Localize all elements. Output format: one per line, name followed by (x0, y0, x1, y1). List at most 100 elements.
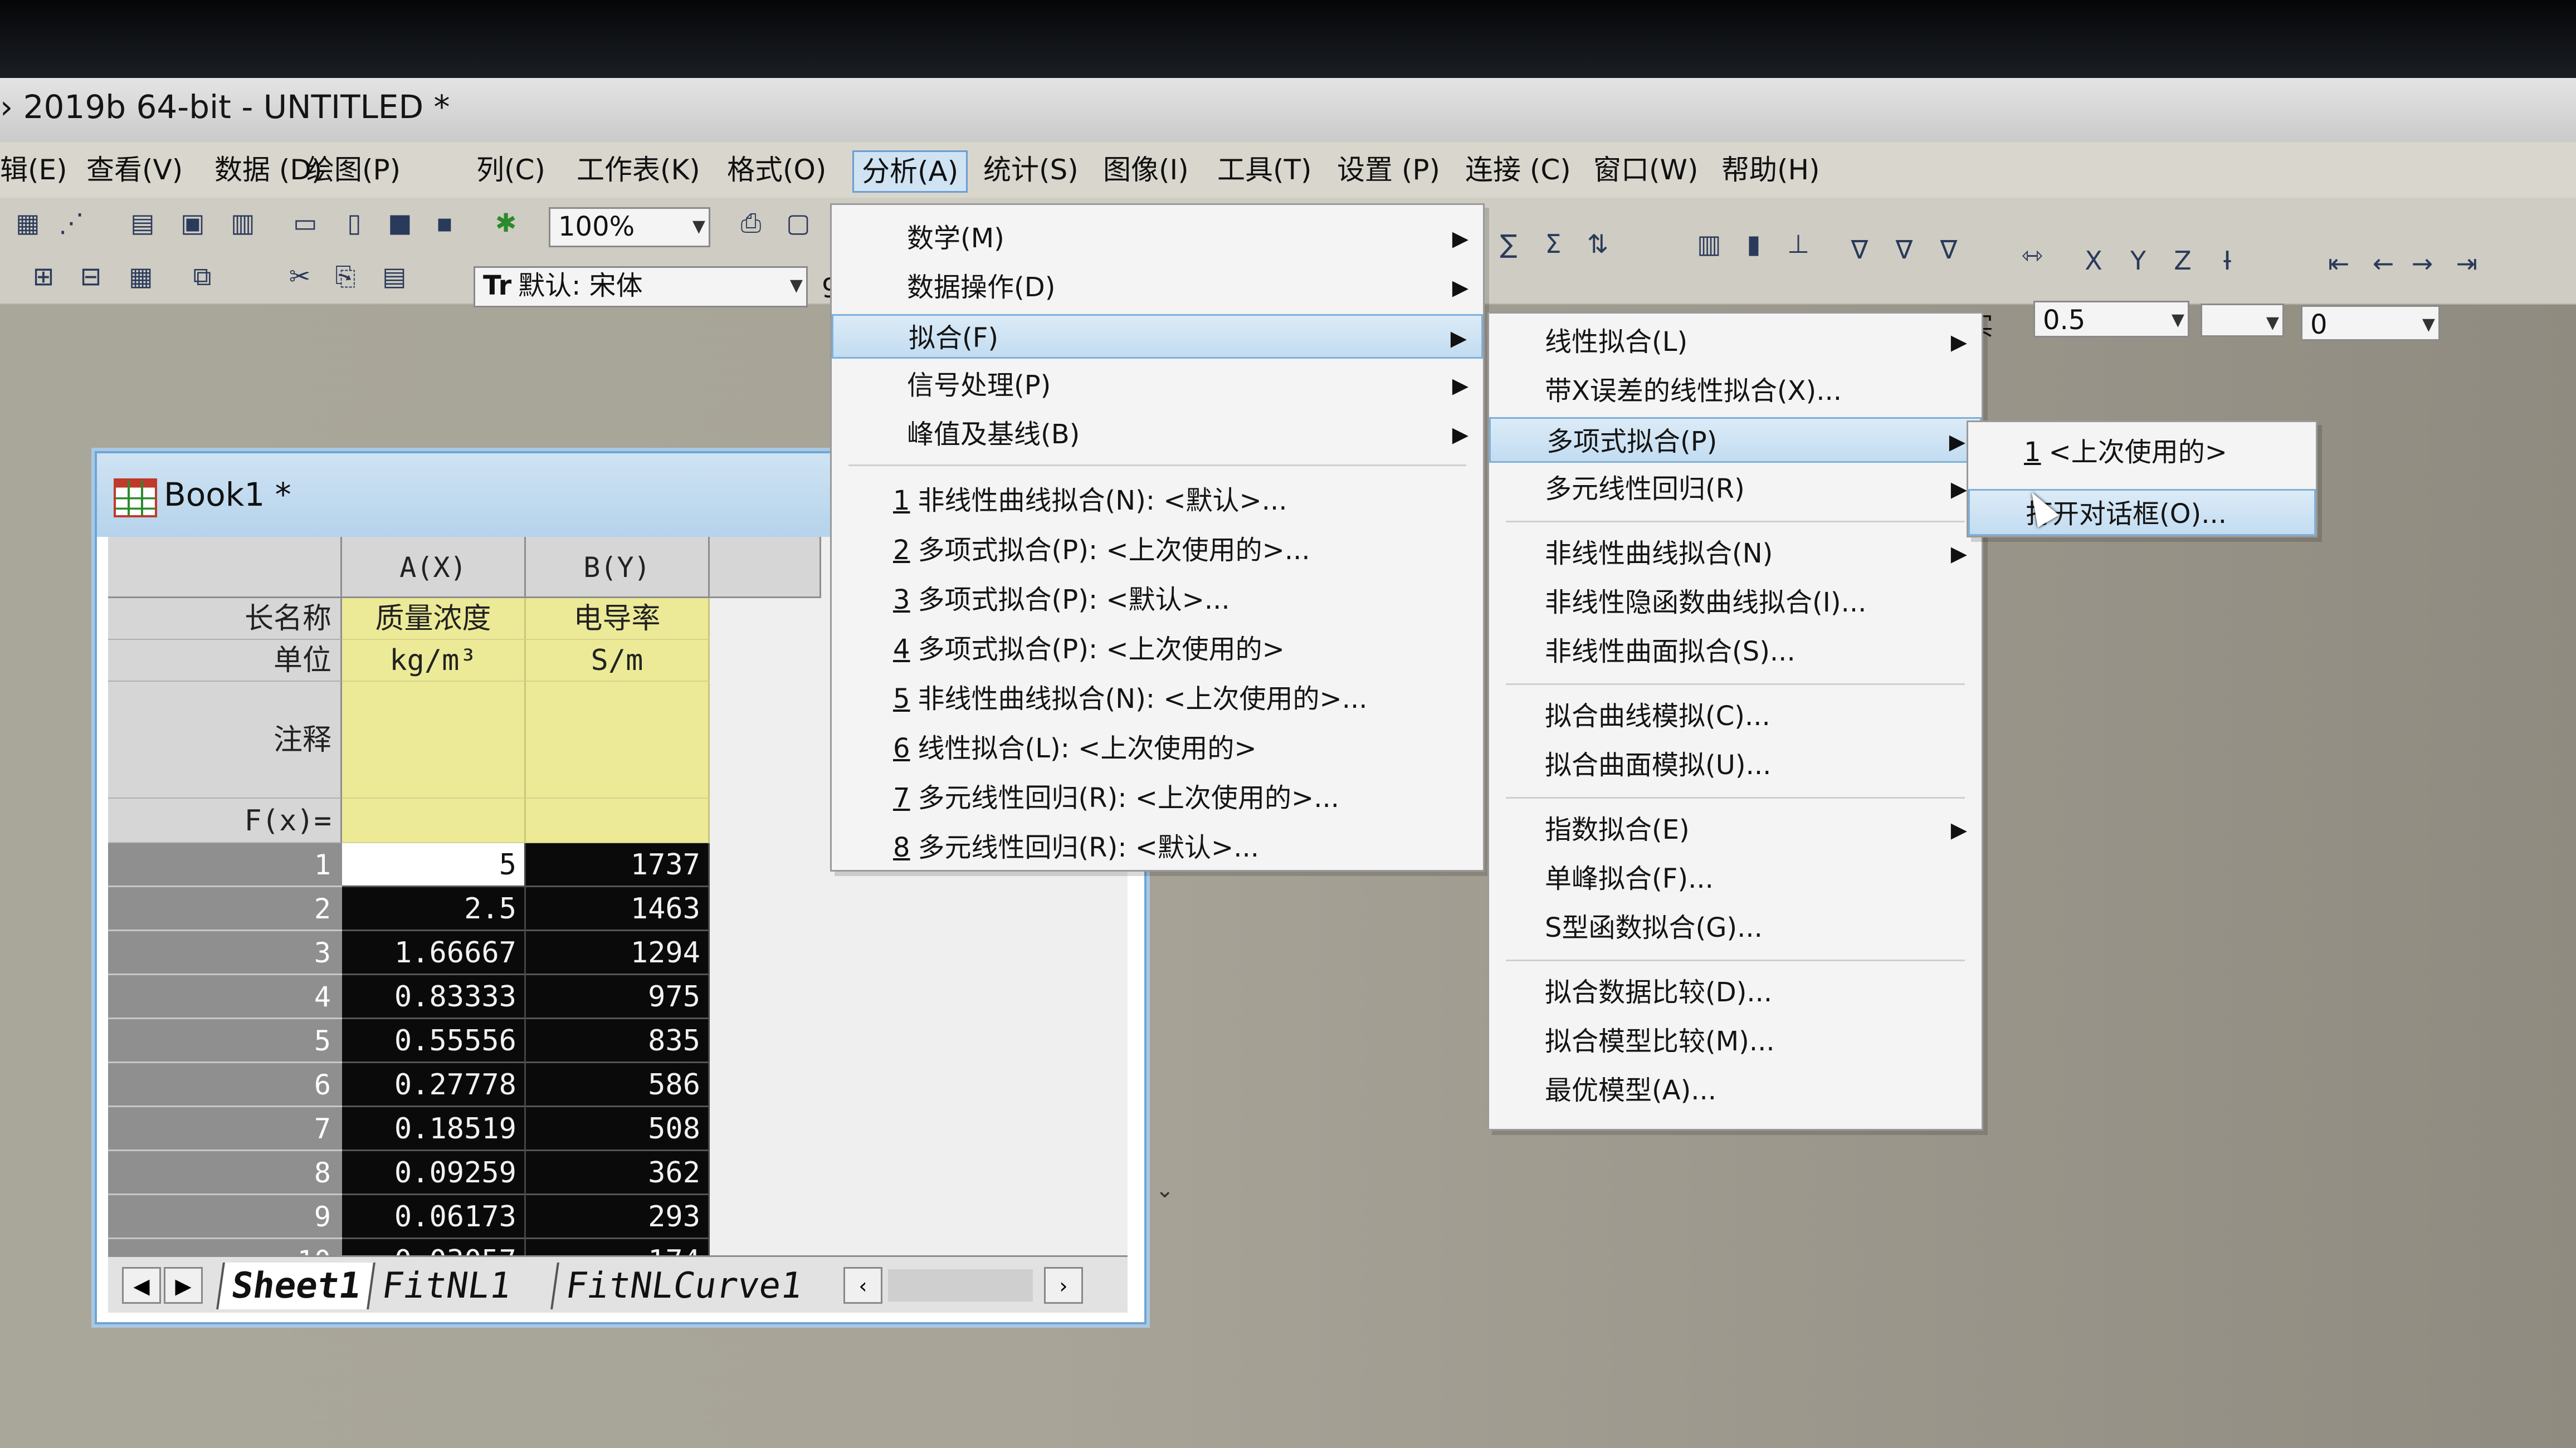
hscroll-left-button[interactable]: ‹ (843, 1267, 882, 1304)
table-cell[interactable]: 975 (526, 975, 710, 1019)
box-chart-icon[interactable]: ⊥ (1783, 228, 1814, 260)
table-cell[interactable]: 0.83333 (342, 975, 526, 1019)
last-icon[interactable]: ⇥ (2451, 248, 2482, 279)
fit-item-2-1[interactable]: 拟合曲面模拟(U)... (1489, 742, 1982, 788)
set-y-column-icon[interactable]: Y (2123, 245, 2154, 276)
fit-item-0-1[interactable]: 带X误差的线性拟合(X)... (1489, 368, 1982, 414)
filter-clear-icon[interactable]: ∇ (1889, 234, 1920, 265)
row-header[interactable]: 7 (108, 1107, 342, 1151)
add-column-icon[interactable]: ⊞ (28, 261, 59, 292)
recent-fit-item-7[interactable]: 8 多元线性回归(R): <默认>... (832, 825, 1483, 870)
menu-14[interactable]: 帮助(H) (1721, 150, 1820, 189)
column-header-a[interactable]: A(X) (342, 537, 526, 598)
poly-last-used-item[interactable]: 1 <上次使用的> (1968, 429, 2316, 476)
first-icon[interactable]: ⇤ (2323, 248, 2354, 279)
recent-fit-item-4[interactable]: 5 非线性曲线拟合(N): <上次使用的>... (832, 676, 1483, 722)
row-header[interactable]: 10 (108, 1239, 342, 1255)
tab-sheet1[interactable]: Sheet1 (216, 1263, 374, 1309)
analysis-item-0[interactable]: 数学(M) ▶ (832, 216, 1483, 261)
fit-item-2-0[interactable]: 拟合曲线模拟(C)... (1489, 693, 1982, 739)
recent-fit-item-6[interactable]: 7 多元线性回归(R): <上次使用的>... (832, 775, 1483, 821)
table-cell[interactable]: 0.55556 (342, 1019, 526, 1063)
save-icon[interactable]: ■ (384, 207, 416, 238)
recalculate-icon[interactable]: ✱ (490, 207, 521, 238)
open-dialog-item[interactable]: 打开对话框(O)... (1968, 489, 2316, 536)
tab-prev-button[interactable]: ◀ (122, 1267, 161, 1304)
recent-fit-item-1[interactable]: 2 多项式拟合(P): <上次使用的>... (832, 527, 1483, 573)
fit-item-3-0[interactable]: 指数拟合(E) ▶ (1489, 807, 1982, 853)
new-notes-icon[interactable]: ▥ (227, 207, 258, 238)
new-matrix-icon[interactable]: ▤ (127, 207, 158, 238)
sort-ascending-icon[interactable]: ⇅ (1582, 228, 1613, 260)
recent-fit-item-3[interactable]: 4 多项式拟合(P): <上次使用的> (832, 627, 1483, 672)
print-icon[interactable]: ⎙ (735, 207, 767, 238)
corner-cell[interactable] (108, 537, 342, 598)
label-comments-col-1[interactable] (526, 682, 710, 799)
table-cell[interactable]: 586 (526, 1063, 710, 1107)
menu-9[interactable]: 图像(I) (1103, 150, 1189, 189)
label-comments-col-0[interactable] (342, 682, 526, 799)
fit-item-3-1[interactable]: 单峰拟合(F)... (1489, 856, 1982, 902)
fit-item-1-0[interactable]: 非线性曲线拟合(N) ▶ (1489, 531, 1982, 576)
paste-icon[interactable]: ▤ (379, 261, 410, 292)
analysis-item-2[interactable]: 拟合(F) ▶ (832, 314, 1483, 359)
table-cell[interactable]: 508 (526, 1107, 710, 1151)
menu-6[interactable]: 格式(O) (727, 150, 826, 189)
table-cell[interactable]: 174 (526, 1239, 710, 1255)
filter-rule-icon[interactable]: ∇ (1933, 234, 1964, 265)
column-chart-icon[interactable]: ▥ (1694, 228, 1725, 260)
row-header[interactable]: 9 (108, 1195, 342, 1239)
menu-3[interactable]: 绘图(P) (306, 150, 401, 189)
fit-item-0-3[interactable]: 多元线性回归(R) ▶ (1489, 466, 1982, 512)
menu-1[interactable]: 查看(V) (86, 150, 183, 189)
row-header[interactable]: 4 (108, 975, 342, 1019)
duplicate-icon[interactable]: ⧉ (187, 261, 218, 292)
analysis-item-1[interactable]: 数据操作(D) ▶ (832, 265, 1483, 310)
next-icon[interactable]: → (2407, 248, 2438, 279)
tab-fitnl1[interactable]: FitNL1 (367, 1263, 525, 1309)
fit-item-1-2[interactable]: 非线性曲面拟合(S)... (1489, 629, 1982, 674)
analysis-item-3[interactable]: 信号处理(P) ▶ (832, 363, 1483, 408)
cut-icon[interactable]: ✂ (284, 261, 315, 292)
font-select[interactable]: Tr 默认: 宋体 ▼ (474, 266, 808, 307)
set-x-icon[interactable]: ⇿ (2017, 239, 2048, 271)
fit-item-1-1[interactable]: 非线性隐函数曲线拟合(I)... (1489, 580, 1982, 625)
fit-item-4-2[interactable]: 最优模型(A)... (1489, 1068, 1982, 1113)
hscroll-right-button[interactable]: › (1044, 1267, 1083, 1304)
horizontal-scrollbar[interactable] (888, 1269, 1033, 1302)
previous-icon[interactable]: ← (2368, 248, 2399, 279)
fit-item-4-1[interactable]: 拟合模型比较(M)... (1489, 1019, 1982, 1064)
set-x-column-icon[interactable]: X (2078, 245, 2109, 276)
menu-4[interactable]: 列(C) (476, 150, 545, 189)
table-cell[interactable]: 0.27778 (342, 1063, 526, 1107)
table-cell[interactable]: 1294 (526, 931, 710, 975)
open-icon[interactable]: ▭ (290, 207, 321, 238)
menu-8[interactable]: 统计(S) (983, 150, 1079, 189)
analysis-item-4[interactable]: 峰值及基线(B) ▶ (832, 412, 1483, 457)
table-cell[interactable]: 835 (526, 1019, 710, 1063)
label-units-col-0[interactable]: kg/m³ (342, 640, 526, 682)
fit-item-3-2[interactable]: S型函数拟合(G)... (1489, 905, 1982, 951)
sort-icon[interactable]: ▦ (125, 261, 157, 292)
row-header[interactable]: 1 (108, 843, 342, 887)
table-cell[interactable]: 0.03057 (342, 1239, 526, 1255)
table-cell[interactable]: 0.09259 (342, 1151, 526, 1195)
label-long_name-col-0[interactable]: 质量浓度 (342, 598, 526, 640)
tab-next-button[interactable]: ▶ (164, 1267, 203, 1304)
export-icon[interactable]: ▢ (783, 207, 814, 238)
zoom-select[interactable]: 100% ▼ (549, 207, 710, 247)
menu-10[interactable]: 工具(T) (1217, 150, 1312, 189)
set-error-icon[interactable]: Ɨ (2212, 245, 2243, 276)
fit-item-4-0[interactable]: 拟合数据比较(D)... (1489, 970, 1982, 1015)
table-cell[interactable]: 293 (526, 1195, 710, 1239)
recent-fit-item-2[interactable]: 3 多项式拟合(P): <默认>... (832, 577, 1483, 623)
column-header-b[interactable]: B(Y) (526, 537, 710, 598)
recent-fit-item-0[interactable]: 1 非线性曲线拟合(N): <默认>... (832, 478, 1483, 524)
row-header[interactable]: 6 (108, 1063, 342, 1107)
scroll-down-icon[interactable]: ⌄ (1155, 1177, 1189, 1203)
menu-11[interactable]: 设置 (P) (1337, 150, 1440, 189)
menu-0[interactable]: 辑(E) (0, 150, 67, 189)
label-fx-col-1[interactable] (526, 799, 710, 843)
color-select[interactable]: ▼ (2201, 304, 2284, 337)
table-cell[interactable]: 0.06173 (342, 1195, 526, 1239)
